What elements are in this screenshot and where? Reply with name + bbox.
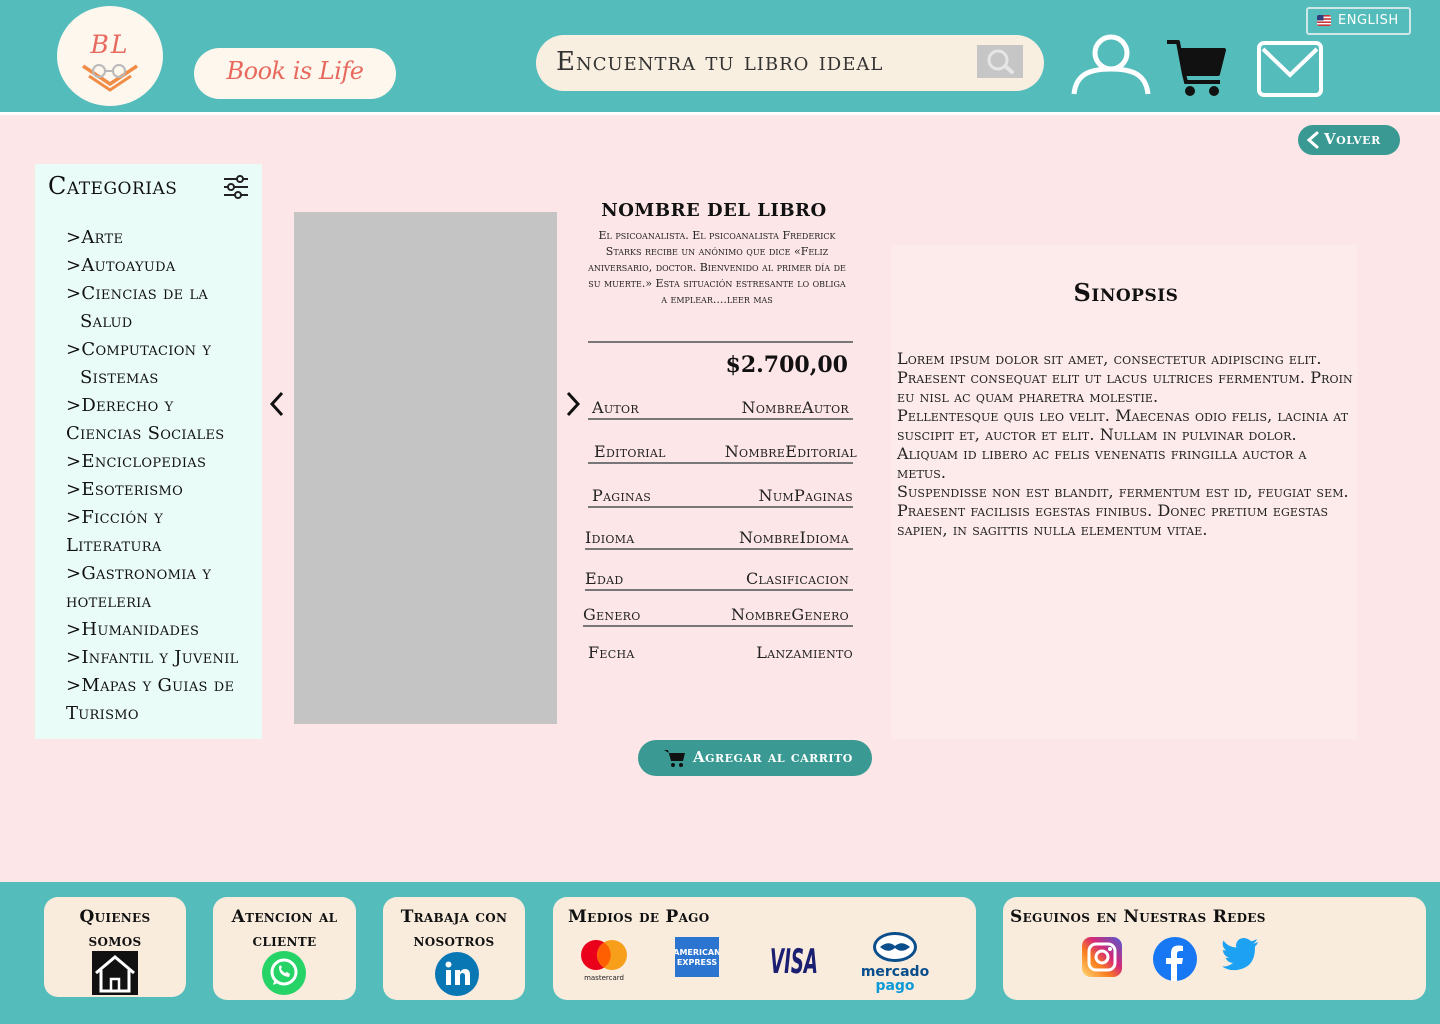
sinopsis-paragraph: Suspendisse non est blandit, fermentum e…: [897, 482, 1349, 539]
spec-row-idioma: Idioma NombreIdioma: [585, 528, 853, 550]
mastercard-label: mastercard: [584, 974, 624, 982]
spec-key: Edad: [585, 569, 624, 588]
spec-value: NombreIdioma: [739, 528, 849, 547]
language-button[interactable]: ENGLISH: [1306, 7, 1411, 35]
spec-value: Lanzamiento: [756, 643, 853, 662]
book-price: $2.700,00: [725, 352, 848, 378]
footer-quienes-somos[interactable]: Quienes somos: [44, 897, 186, 997]
spec-key: Idioma: [585, 528, 635, 547]
category-ficcion[interactable]: >Ficción y Literatura: [66, 504, 261, 560]
cart-icon[interactable]: [1166, 38, 1226, 98]
quienes-somos-title: Quienes somos: [79, 907, 151, 951]
footer-atencion-cliente[interactable]: Atencion al cliente: [213, 897, 356, 1000]
category-computacion[interactable]: >Computacion y Sistemas: [66, 336, 261, 392]
medios-pago-title: Medios de Pago: [568, 907, 710, 927]
sliders-icon[interactable]: [223, 174, 249, 200]
category-humanidades[interactable]: >Humanidades: [66, 616, 261, 644]
mercado-pago-icon: mercado pago: [861, 932, 930, 994]
spec-row-edad: Edad Clasificacion: [585, 569, 853, 591]
back-button[interactable]: Volver: [1298, 125, 1400, 155]
logo[interactable]: BL: [57, 6, 163, 106]
header-divider: [0, 112, 1440, 115]
footer: Quienes somos Atencion al cliente Trabaja …: [0, 882, 1440, 1024]
spec-value: NombreGenero: [730, 605, 849, 624]
spec-row-genero: Genero NombreGenero: [583, 605, 853, 627]
category-list: >Arte >Autoayuda >Ciencias de la Salud >C…: [66, 224, 261, 728]
book-glasses-icon: [82, 64, 138, 92]
search-button[interactable]: [977, 45, 1023, 78]
category-esoterismo[interactable]: >Esoterismo: [66, 476, 261, 504]
category-gastronomia[interactable]: >Gastronomia y hoteleria: [66, 560, 261, 616]
book-summary[interactable]: El psicoanalista. El psicoanalista Frede…: [584, 228, 850, 308]
twitter-icon[interactable]: [1222, 937, 1260, 971]
facebook-icon[interactable]: [1153, 937, 1197, 981]
back-button-label: Volver: [1324, 130, 1381, 148]
logo-text: BL: [90, 30, 130, 59]
mastercard-icon: mastercard: [581, 940, 627, 982]
footer-redes: Seguinos en Nuestras Redes: [1003, 897, 1426, 1000]
categories-sidebar: Categorias >Arte >Autoayuda >Ciencias de…: [35, 164, 262, 739]
category-derecho[interactable]: >Derecho y Ciencias Sociales: [66, 392, 261, 448]
book-cover-image: [294, 212, 557, 724]
prev-image-arrow[interactable]: [268, 391, 286, 417]
search-input[interactable]: [556, 45, 986, 79]
spec-key: Paginas: [592, 486, 652, 505]
us-flag-icon: [1317, 15, 1331, 26]
language-label: ENGLISH: [1338, 13, 1399, 28]
add-to-cart-label: Agregar al carrito: [693, 748, 853, 766]
spec-row-editorial: Editorial NombreEditorial: [588, 442, 857, 464]
trabaja-title: Trabaja con nosotros: [400, 907, 508, 951]
chevron-left-icon: [1306, 131, 1319, 149]
cart-icon: [664, 750, 685, 767]
footer-medios-pago: Medios de Pago mastercard AMERICAN EXPRE…: [553, 897, 976, 1000]
category-mapas[interactable]: >Mapas y Guias de Turismo: [66, 672, 261, 728]
search-icon: [987, 49, 1014, 74]
redes-title: Seguinos en Nuestras Redes: [1010, 907, 1266, 927]
spec-value: NumPaginas: [758, 486, 853, 505]
category-enciclopedias[interactable]: >Enciclopedias: [66, 448, 261, 476]
book-title: NOMBRE DEL LIBRO: [601, 200, 827, 221]
sinopsis-paragraph: Lorem ipsum dolor sit amet, consectetur …: [897, 349, 1353, 406]
amex-icon: AMERICAN EXPRESS: [675, 937, 719, 977]
spec-value: Clasificacion: [745, 569, 849, 588]
spec-key: Genero: [583, 605, 641, 624]
sinopsis-paragraph: Pellentesque quis leo velit. Maecenas od…: [897, 406, 1349, 482]
sinopsis-title: Sinopsis: [1073, 278, 1179, 307]
header: BL Book is Life Encuentra tu libro ideal…: [0, 0, 1440, 112]
price-divider: [588, 341, 853, 343]
category-autoayuda[interactable]: >Autoayuda: [66, 252, 261, 280]
visa-icon: VISA: [770, 942, 818, 981]
spec-key: Editorial: [594, 442, 666, 461]
categories-title: Categorias: [48, 172, 178, 200]
spec-value: NombreAutor: [741, 398, 849, 417]
spec-value: NombreEditorial: [724, 442, 857, 461]
amex-label-line1: AMERICAN: [675, 948, 719, 957]
brand-name: Book is Life: [226, 57, 364, 85]
spec-row-paginas: Paginas NumPaginas: [588, 486, 853, 508]
linkedin-icon: [435, 952, 479, 996]
footer-trabaja-nosotros[interactable]: Trabaja con nosotros: [383, 897, 525, 1000]
user-icon[interactable]: [1070, 34, 1152, 96]
sinopsis-text: Lorem ipsum dolor sit amet, consectetur …: [897, 349, 1357, 539]
next-image-arrow[interactable]: [564, 391, 582, 417]
spec-key: Fecha: [588, 643, 635, 662]
visa-label: VISA: [770, 942, 818, 981]
spec-row-fecha: Fecha Lanzamiento: [588, 643, 853, 665]
spec-key: Autor: [592, 398, 639, 417]
atencion-title: Atencion al cliente: [231, 907, 338, 951]
whatsapp-icon: [262, 951, 306, 995]
category-arte[interactable]: >Arte: [66, 224, 261, 252]
spec-row-autor: Autor NombreAutor: [588, 398, 853, 420]
mail-icon[interactable]: [1257, 41, 1323, 97]
home-icon: [92, 951, 138, 995]
category-infantil[interactable]: >Infantil y Juvenil: [66, 644, 261, 672]
add-to-cart-button[interactable]: Agregar al carrito: [638, 740, 872, 776]
amex-label-line2: EXPRESS: [677, 958, 718, 967]
instagram-icon[interactable]: [1082, 937, 1122, 977]
brand-name-pill[interactable]: Book is Life: [194, 48, 396, 99]
sinopsis-panel: Sinopsis Lorem ipsum dolor sit amet, con…: [891, 245, 1358, 739]
category-ciencias-salud[interactable]: >Ciencias de la Salud: [66, 280, 261, 336]
mercado-pago-line2: pago: [875, 978, 914, 994]
search-bar: [536, 35, 1044, 91]
